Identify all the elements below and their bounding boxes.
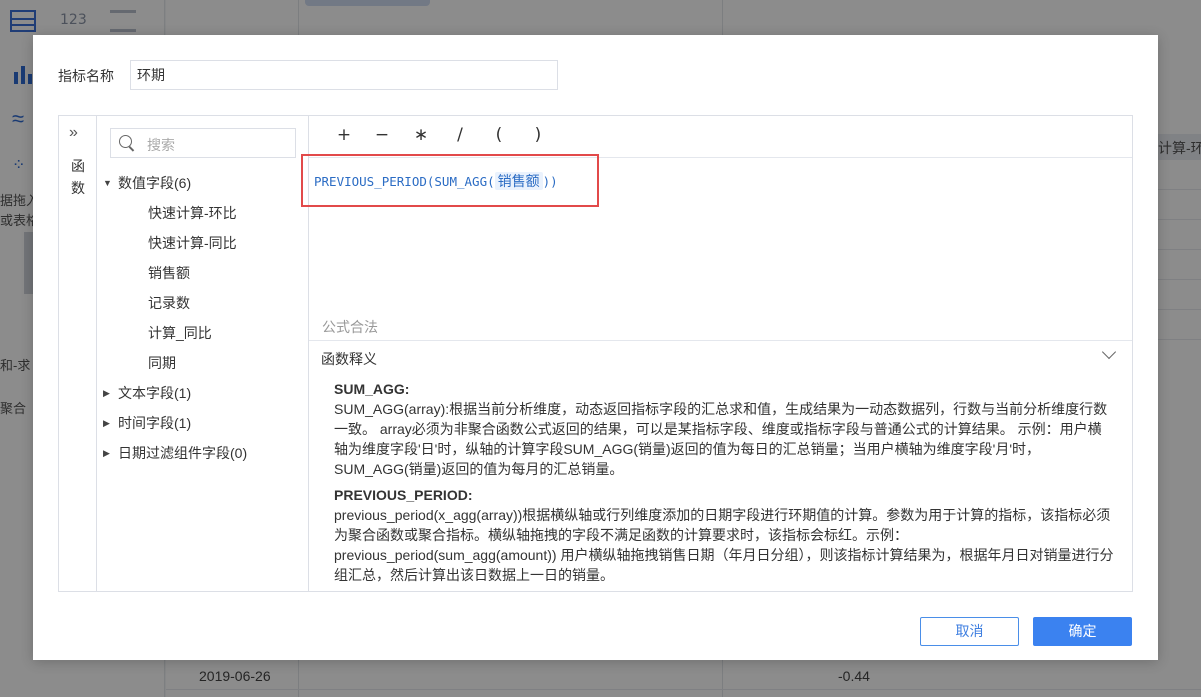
left-paren-button[interactable]: ( [489,125,509,145]
formula-editor: » 函数 搜索 ▼ 数值字段(6) 快速计算-环比 快速计算-同比 销售额 记录… [58,115,1133,592]
caret-right-icon: ▶ [103,388,110,398]
tree-group-label: 时间字段(1) [118,415,192,431]
metric-name-input[interactable] [130,60,558,90]
formula-area: + − ∗ / ( ) PREVIOUS_PERIOD(SUM_AGG(销售额)… [301,116,1132,591]
tree-item[interactable]: 快速计算-同比 [97,228,309,258]
confirm-button[interactable]: 确定 [1033,617,1132,646]
divide-operator-button[interactable]: / [450,125,470,145]
tree-group-label: 数值字段(6) [118,175,192,191]
plus-operator-button[interactable]: + [334,125,354,145]
function-explanation-panel: 函数释义 SUM_AGG: SUM_AGG(array):根据当前分析维度，动态… [309,340,1132,591]
tree-group-numeric[interactable]: ▼ 数值字段(6) [97,168,309,198]
caret-down-icon: ▼ [103,178,112,188]
field-search[interactable]: 搜索 [110,128,296,158]
minus-operator-button[interactable]: − [372,125,392,145]
function-name: PREVIOUS_PERIOD: [334,487,473,503]
tree-item[interactable]: 记录数 [97,288,309,318]
metric-editor-dialog: 指标名称 » 函数 搜索 ▼ 数值字段(6) 快速计算-环比 快速计算-同比 销… [33,35,1158,660]
cancel-button[interactable]: 取消 [920,617,1019,646]
function-description: previous_period(x_agg(array))根据横纵轴或行列维度添… [334,507,1114,583]
function-description: SUM_AGG(array):根据当前分析维度，动态返回指标字段的汇总求和值，生… [334,401,1108,477]
field-tree: ▼ 数值字段(6) 快速计算-环比 快速计算-同比 销售额 记录数 计算_同比 … [97,168,309,468]
operator-toolbar: + − ∗ / ( ) [309,116,1132,158]
right-paren-button[interactable]: ) [528,125,548,145]
caret-right-icon: ▶ [103,448,110,458]
search-icon [119,135,135,151]
multiply-operator-button[interactable]: ∗ [411,125,431,145]
tree-group-label: 文本字段(1) [118,385,192,401]
chevron-down-icon[interactable] [1101,344,1117,360]
annotation-highlight-box [301,154,599,207]
search-placeholder: 搜索 [147,137,175,153]
function-panel-toggle[interactable]: 函数 [70,155,86,199]
field-panel: 搜索 ▼ 数值字段(6) 快速计算-环比 快速计算-同比 销售额 记录数 计算_… [97,116,309,591]
metric-name-label: 指标名称 [58,68,114,84]
expand-icon[interactable]: » [69,124,78,142]
tree-item[interactable]: 快速计算-环比 [97,198,309,228]
formula-valid-status: 公式合法 [322,319,378,335]
tree-group-label: 日期过滤组件字段(0) [118,445,248,461]
function-rail: » 函数 [59,116,97,591]
caret-right-icon: ▶ [103,418,110,428]
explanation-body: SUM_AGG: SUM_AGG(array):根据当前分析维度，动态返回指标字… [334,379,1114,591]
tree-group-time[interactable]: ▶ 时间字段(1) [97,408,309,438]
explanation-title: 函数释义 [321,351,377,367]
tree-group-text[interactable]: ▶ 文本字段(1) [97,378,309,408]
tree-group-date-filter[interactable]: ▶ 日期过滤组件字段(0) [97,438,309,468]
tree-item[interactable]: 同期 [97,348,309,378]
function-name: SUM_AGG: [334,381,410,397]
tree-item[interactable]: 计算_同比 [97,318,309,348]
tree-item[interactable]: 销售额 [97,258,309,288]
